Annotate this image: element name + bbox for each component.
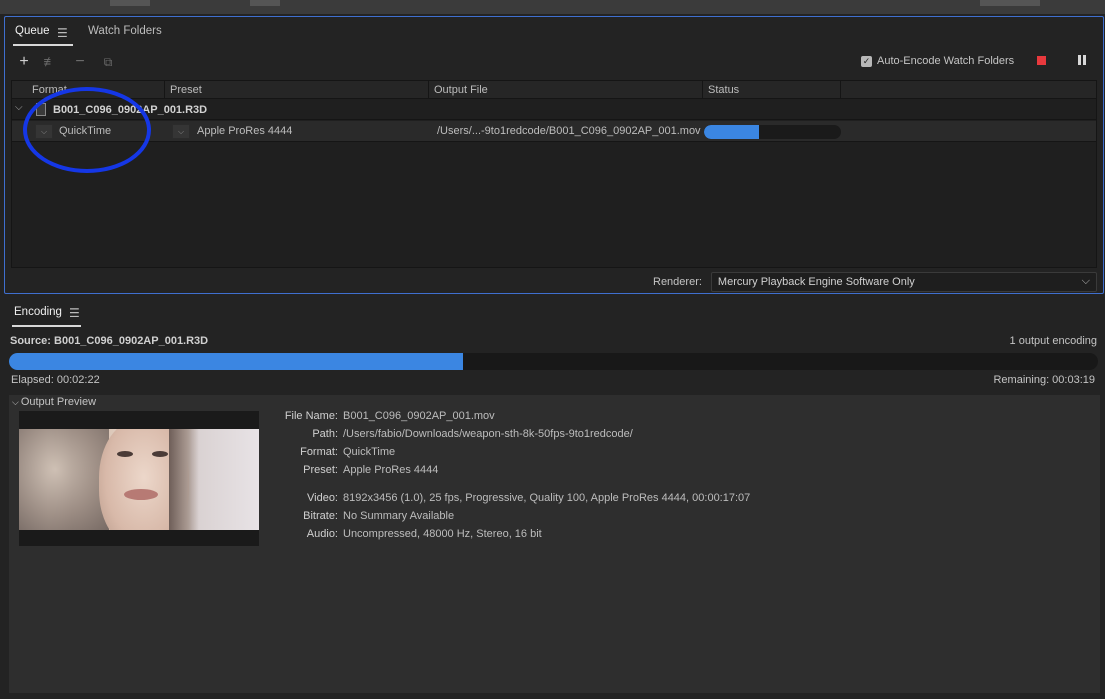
renderer-label: Renderer: <box>653 276 702 288</box>
settings-sliders-icon[interactable]: ≢ <box>41 53 59 71</box>
column-divider[interactable] <box>702 81 703 99</box>
queue-table: Format Preset Output File Status ⌵ B001_… <box>11 80 1097 268</box>
encoding-panel-menu-icon[interactable]: ☰ <box>69 306 80 320</box>
meta-key: Path: <box>312 428 338 440</box>
queue-toolbar: + ≢ − ⧉ ✓ Auto-Encode Watch Folders <box>5 53 1103 75</box>
queue-table-header: Format Preset Output File Status <box>12 81 1096 99</box>
image-region <box>124 489 158 500</box>
image-region <box>152 451 168 457</box>
elapsed-time: Elapsed: 00:02:22 <box>11 374 100 386</box>
renderer-value: Mercury Playback Engine Software Only <box>717 276 915 288</box>
encoding-progress-bar <box>9 353 1098 370</box>
active-tab-indicator <box>13 44 73 46</box>
duplicate-icon[interactable]: ⧉ <box>99 53 117 71</box>
meta-key: Format: <box>300 446 338 458</box>
image-region <box>19 429 109 530</box>
output-format[interactable]: QuickTime <box>59 125 111 137</box>
meta-key: Audio: <box>306 528 338 540</box>
tab-watch-folders[interactable]: Watch Folders <box>88 25 162 37</box>
meta-key: Video: <box>307 492 338 504</box>
auto-encode-label: Auto-Encode Watch Folders <box>877 55 1015 67</box>
column-divider[interactable] <box>840 81 841 99</box>
top-strip-block <box>980 0 1040 6</box>
preview-thumbnail <box>19 411 259 546</box>
meta-value: B001_C096_0902AP_001.mov <box>343 410 495 422</box>
source-name: B001_C096_0902AP_001.R3D <box>53 104 208 116</box>
tab-encoding[interactable]: Encoding <box>14 306 62 318</box>
meta-key: Preset: <box>303 464 338 476</box>
remaining-time: Remaining: 00:03:19 <box>993 374 1095 386</box>
remove-icon[interactable]: − <box>71 53 89 71</box>
preview-image <box>19 429 259 530</box>
column-divider[interactable] <box>164 81 165 99</box>
stop-queue-icon[interactable] <box>1037 56 1046 65</box>
meta-value: No Summary Available <box>343 510 455 522</box>
queue-tabs: Queue ☰ Watch Folders <box>5 17 1103 47</box>
meta-key: File Name: <box>284 410 338 422</box>
tab-queue[interactable]: Queue <box>15 25 50 37</box>
image-region <box>117 451 133 457</box>
pause-queue-icon[interactable] <box>1076 55 1088 66</box>
meta-value: QuickTime <box>343 446 396 458</box>
output-preview-header[interactable]: ⌵ Output Preview <box>12 396 96 408</box>
output-preview-label: Output Preview <box>20 396 97 408</box>
meta-value: 8192x3456 (1.0), 25 fps, Progressive, Qu… <box>343 492 751 504</box>
encoding-source: Source: B001_C096_0902AP_001.R3D <box>10 335 209 347</box>
meta-key: Bitrate: <box>303 510 338 522</box>
renderer-select[interactable]: Mercury Playback Engine Software Only ⌵ <box>710 272 1097 292</box>
top-strip-block <box>250 0 280 6</box>
output-preset[interactable]: Apple ProRes 4444 <box>197 125 292 137</box>
column-header-status[interactable]: Status <box>708 84 739 96</box>
preset-dropdown-icon[interactable]: ⌵ <box>172 124 190 139</box>
top-strip-block <box>110 0 150 6</box>
queue-panel: Queue ☰ Watch Folders + ≢ − ⧉ ✓ Auto-Enc… <box>4 16 1104 294</box>
queue-source-row[interactable]: ⌵ B001_C096_0902AP_001.R3D <box>12 100 1096 120</box>
column-divider[interactable] <box>428 81 429 99</box>
auto-encode-checkbox[interactable]: ✓ <box>861 55 872 67</box>
output-preview-section: ⌵ Output Preview File Name: B001_C096_090… <box>9 395 1100 693</box>
active-tab-indicator <box>12 325 81 327</box>
collapse-chevron-icon[interactable]: ⌵ <box>15 102 23 113</box>
queue-progress-fill <box>704 125 759 139</box>
meta-value: /Users/fabio/Downloads/weapon-sth-8k-50f… <box>343 428 633 440</box>
auto-encode-toggle[interactable]: ✓ Auto-Encode Watch Folders <box>861 55 1014 67</box>
column-header-preset[interactable]: Preset <box>170 84 202 96</box>
renderer-control: Renderer: Mercury Playback Engine Softwa… <box>653 272 1097 292</box>
chevron-down-icon: ⌵ <box>1081 275 1090 287</box>
column-header-format[interactable]: Format <box>32 84 67 96</box>
output-file-path[interactable]: /Users/...-9to1redcode/B001_C096_0902AP_… <box>437 125 701 137</box>
output-count: 1 output encoding <box>1009 335 1097 347</box>
encoding-progress-fill <box>9 353 464 370</box>
encoding-panel: Encoding ☰ Source: B001_C096_0902AP_001.… <box>4 298 1104 698</box>
queue-status-progress <box>704 125 841 139</box>
queue-output-row[interactable]: ⌵ QuickTime ⌵ Apple ProRes 4444 /Users/.… <box>12 121 1096 142</box>
chevron-down-icon[interactable]: ⌵ <box>12 397 19 407</box>
window-top-strip <box>0 0 1105 14</box>
queue-panel-menu-icon[interactable]: ☰ <box>57 26 68 40</box>
meta-value: Uncompressed, 48000 Hz, Stereo, 16 bit <box>343 528 542 540</box>
image-region <box>169 429 199 530</box>
clip-file-icon <box>36 103 46 116</box>
meta-value: Apple ProRes 4444 <box>343 464 439 476</box>
add-source-icon[interactable]: + <box>15 53 33 71</box>
format-dropdown-icon[interactable]: ⌵ <box>35 124 53 139</box>
column-header-output-file[interactable]: Output File <box>434 84 488 96</box>
